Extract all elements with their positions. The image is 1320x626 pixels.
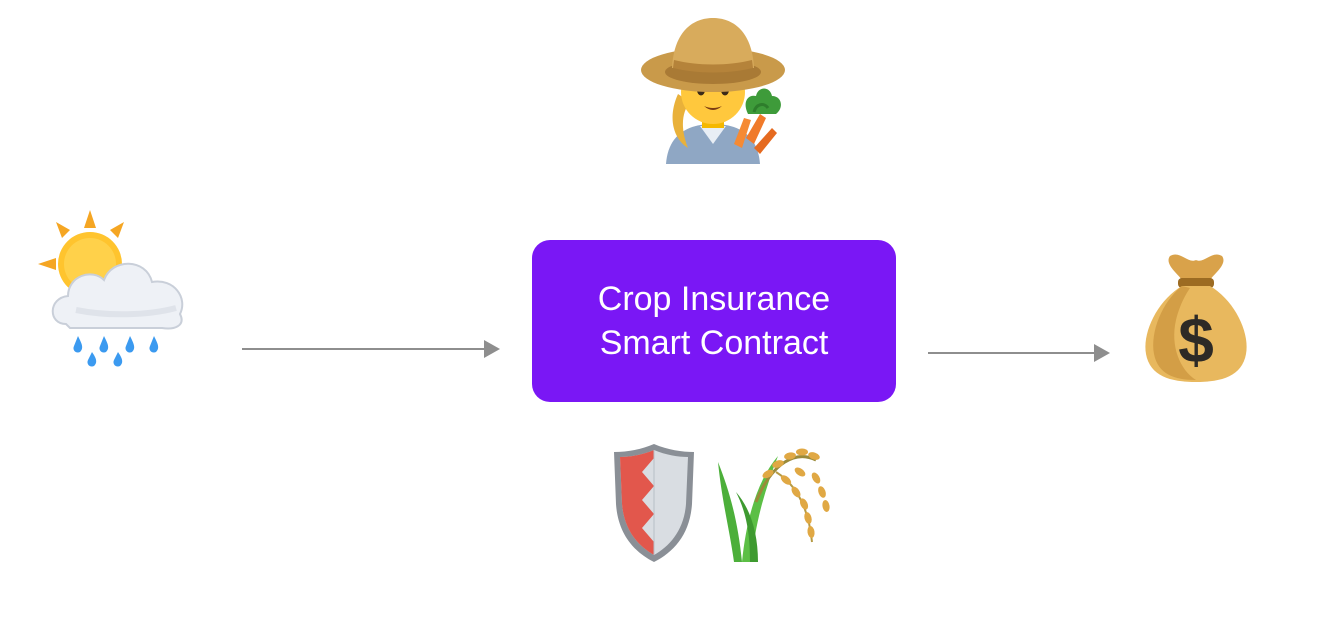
contract-title-line1: Crop Insurance — [597, 280, 831, 318]
payout-arrow — [928, 344, 1110, 362]
contract-title-line2: Smart Contract — [599, 324, 829, 362]
sun-behind-rain-cloud-icon — [38, 210, 184, 367]
farmer-icon — [641, 18, 785, 164]
crop-insurance-contract-box: Crop Insurance Smart Contract — [532, 240, 896, 402]
input-arrow — [242, 340, 500, 358]
shield-icon — [614, 444, 694, 562]
rice-sheaf-icon — [718, 448, 830, 562]
svg-text:$: $ — [1178, 304, 1214, 376]
money-bag-icon: $ — [1145, 254, 1247, 382]
